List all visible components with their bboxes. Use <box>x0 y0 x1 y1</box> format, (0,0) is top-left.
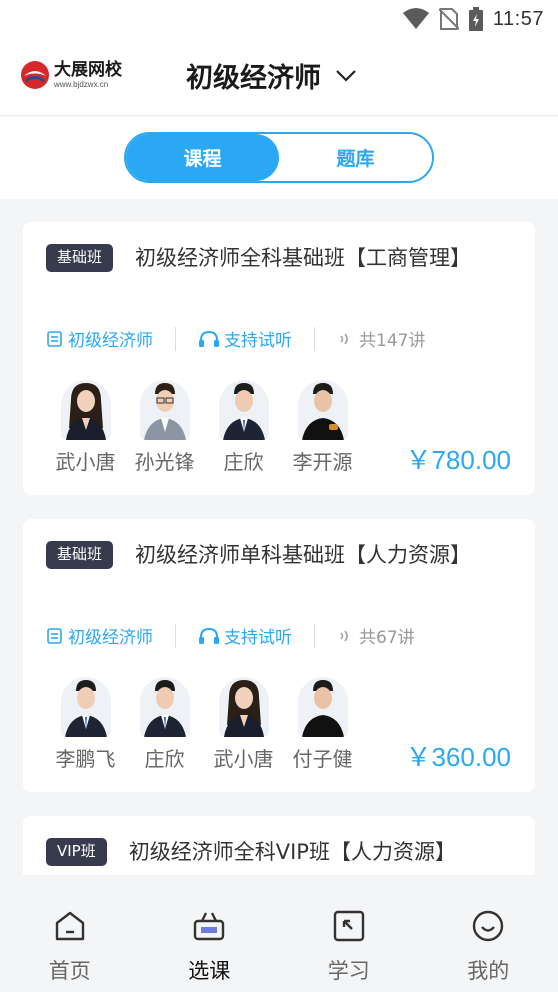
divider <box>175 326 176 351</box>
teacher-list: 李鹏飞 庄欣 武小唐 付子健 <box>46 677 362 772</box>
teacher: 付子健 <box>283 677 362 772</box>
lesson-count: 共147讲 <box>359 331 426 351</box>
course-category: 初级经济师 <box>68 628 153 648</box>
course-card[interactable]: 基础班 初级经济师单科基础班【人力资源】 初级经济师 支持试听 共67讲 李鹏飞 … <box>23 519 535 792</box>
nav-label: 首页 <box>48 959 91 983</box>
teacher-name: 庄欣 <box>144 747 185 771</box>
teacher: 李鹏飞 <box>46 677 125 772</box>
teacher: 武小唐 <box>46 380 125 475</box>
basket-icon <box>194 912 225 941</box>
teacher-name: 武小唐 <box>55 450 116 474</box>
teacher: 庄欣 <box>204 380 283 475</box>
divider <box>314 623 315 648</box>
chevron-down-icon <box>336 69 356 82</box>
avatar <box>297 380 348 440</box>
sound-icon <box>340 332 348 345</box>
nav-label: 学习 <box>327 959 370 983</box>
study-icon <box>333 910 364 942</box>
nav-label: 我的 <box>467 959 510 983</box>
course-title-block: 基础班 初级经济师全科基础班【工商管理】 <box>46 242 506 275</box>
teacher: 庄欣 <box>125 677 204 772</box>
course-category: 初级经济师 <box>68 331 153 351</box>
status-time: 11:57 <box>492 7 544 30</box>
bottom-nav: 首页 选课 学习 我的 <box>0 875 558 992</box>
course-title-block: 基础班 初级经济师单科基础班【人力资源】 <box>46 539 506 572</box>
exam-selector[interactable]: 初级经济师 <box>186 56 357 95</box>
teacher: 孙光锋 <box>125 380 204 475</box>
divider <box>314 326 315 351</box>
course-price: ￥360.00 <box>405 742 511 772</box>
course-title: 初级经济师全科VIP班【人力资源】 <box>128 840 456 864</box>
avatar <box>218 677 269 737</box>
nav-home[interactable]: 首页 <box>0 875 140 992</box>
teacher-name: 李开源 <box>292 450 353 474</box>
headphones-icon <box>199 627 219 644</box>
book-icon <box>47 330 62 347</box>
teacher-name: 孙光锋 <box>134 450 195 474</box>
nav-courses[interactable]: 选课 <box>140 875 280 992</box>
course-meta: 初级经济师 支持试听 共67讲 <box>46 623 415 648</box>
sound-icon <box>340 629 348 642</box>
class-badge: VIP班 <box>46 838 107 866</box>
no-sim-icon <box>438 8 459 30</box>
course-title-block: VIP班 初级经济师全科VIP班【人力资源】 <box>46 836 506 869</box>
course-price: ￥780.00 <box>405 445 511 475</box>
trial-label: 支持试听 <box>224 331 292 351</box>
headphones-icon <box>199 330 219 347</box>
class-badge: 基础班 <box>46 541 114 569</box>
teacher-list: 武小唐 孙光锋 庄欣 李开源 <box>46 380 362 475</box>
course-meta: 初级经济师 支持试听 共147讲 <box>46 326 425 351</box>
course-title: 初级经济师全科基础班【工商管理】 <box>135 246 472 270</box>
lesson-count: 共67讲 <box>359 628 415 648</box>
home-icon <box>55 911 84 941</box>
avatar <box>139 677 190 737</box>
logo-icon <box>21 61 49 89</box>
avatar <box>218 380 269 440</box>
page-title: 初级经济师 <box>186 63 321 94</box>
class-badge: 基础班 <box>46 244 114 272</box>
wifi-icon <box>402 8 429 29</box>
course-title: 初级经济师单科基础班【人力资源】 <box>135 543 472 567</box>
status-bar: 11:57 <box>0 0 558 40</box>
teacher-name: 李鹏飞 <box>55 747 116 771</box>
avatar <box>60 677 111 737</box>
logo-url: www.bjdzwx.cn <box>54 79 109 89</box>
teacher: 李开源 <box>283 380 362 475</box>
trial-label: 支持试听 <box>224 628 292 648</box>
avatar <box>60 380 111 440</box>
course-card[interactable]: 基础班 初级经济师全科基础班【工商管理】 初级经济师 支持试听 共147讲 武小唐… <box>23 222 535 495</box>
nav-label: 选课 <box>188 959 231 983</box>
battery-icon <box>468 7 483 31</box>
book-icon <box>47 627 62 644</box>
tab-question-bank[interactable]: 题库 <box>279 134 432 181</box>
nav-profile[interactable]: 我的 <box>419 875 558 992</box>
logo-name: 大展网校 <box>54 59 122 80</box>
profile-icon <box>473 910 504 942</box>
teacher-name: 庄欣 <box>223 450 264 474</box>
avatar <box>139 380 190 440</box>
teacher: 武小唐 <box>204 677 283 772</box>
logo: 大展网校 www.bjdzwx.cn <box>20 60 122 90</box>
app-header: 大展网校 www.bjdzwx.cn 初级经济师 <box>0 40 558 116</box>
teacher-name: 武小唐 <box>213 747 274 771</box>
avatar <box>297 677 348 737</box>
teacher-name: 付子健 <box>292 747 353 771</box>
tab-course[interactable]: 课程 <box>126 134 279 181</box>
segment-control: 课程 题库 <box>124 132 434 183</box>
nav-study[interactable]: 学习 <box>279 875 419 992</box>
divider <box>175 623 176 648</box>
